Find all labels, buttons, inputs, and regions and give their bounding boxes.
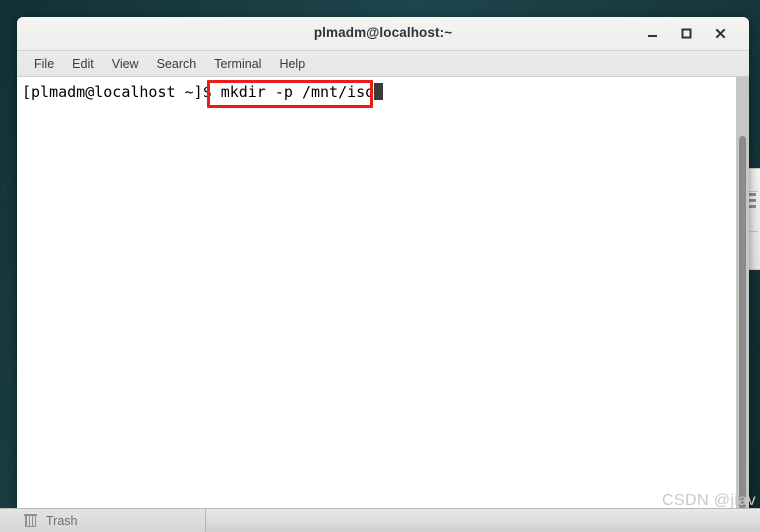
close-icon <box>715 28 726 39</box>
taskbar: Trash <box>0 508 760 532</box>
menu-item-file[interactable]: File <box>25 55 63 73</box>
terminal-scrollbar-thumb[interactable] <box>739 136 746 508</box>
text-cursor <box>374 83 384 100</box>
menu-item-edit[interactable]: Edit <box>63 55 103 73</box>
trash-label: Trash <box>46 513 78 528</box>
terminal-scrollbar[interactable] <box>736 77 749 508</box>
menu-item-search[interactable]: Search <box>148 55 206 73</box>
shell-prompt: [plmadm@localhost ~]$ <box>22 83 221 101</box>
maximize-icon <box>681 28 692 39</box>
terminal-line: [plmadm@localhost ~]$ mkdir -p /mnt/iso <box>22 82 384 102</box>
terminal-output-area[interactable]: [plmadm@localhost ~]$ mkdir -p /mnt/iso <box>17 77 749 508</box>
maximize-button[interactable] <box>676 23 697 44</box>
desktop: plmadm@localhost:~ File Edit View Search… <box>0 0 760 532</box>
terminal-window[interactable]: plmadm@localhost:~ File Edit View Search… <box>17 17 749 508</box>
trash-icon <box>24 513 37 528</box>
menu-item-view[interactable]: View <box>103 55 148 73</box>
menu-item-terminal[interactable]: Terminal <box>205 55 270 73</box>
minimize-button[interactable] <box>642 23 663 44</box>
titlebar[interactable]: plmadm@localhost:~ <box>17 17 749 51</box>
menubar: File Edit View Search Terminal Help <box>17 51 749 77</box>
shell-command: mkdir -p /mnt/iso <box>220 83 375 101</box>
menu-item-help[interactable]: Help <box>270 55 314 73</box>
close-button[interactable] <box>710 23 731 44</box>
minimize-icon <box>648 35 657 37</box>
taskbar-trash-item[interactable]: Trash <box>0 509 206 532</box>
window-title: plmadm@localhost:~ <box>313 25 453 40</box>
